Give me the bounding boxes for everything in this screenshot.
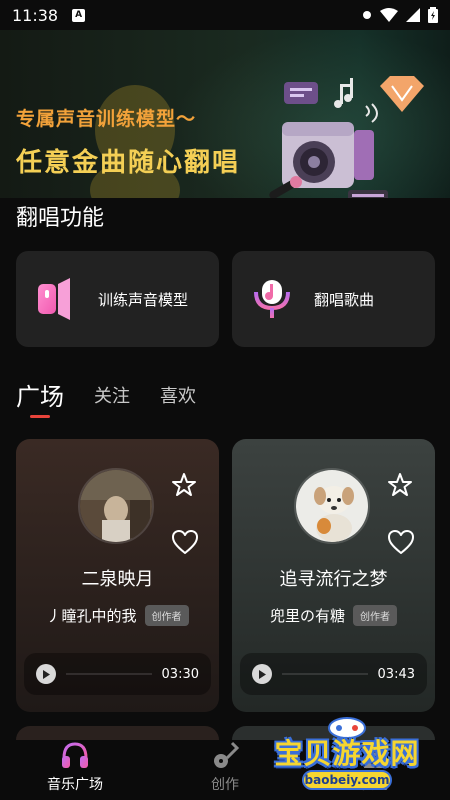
tab-liked[interactable]: 喜欢 (160, 382, 196, 418)
favorite-star-icon[interactable] (387, 472, 413, 498)
play-icon (43, 669, 50, 679)
song-name: 追寻流行之梦 (279, 569, 388, 590)
notification-badge: A (72, 8, 86, 22)
nav-music-square-label: 音乐广场 (47, 777, 103, 793)
progress-track[interactable] (66, 673, 152, 675)
voice-model-icon (38, 278, 70, 320)
cover-song-label: 翻唱歌曲 (314, 290, 375, 309)
music-note-icon (334, 78, 378, 123)
tab-liked-label: 喜欢 (160, 386, 196, 407)
watermark-title: 宝贝游戏网 (274, 737, 420, 770)
like-heart-icon[interactable] (171, 529, 199, 555)
settings-dot-icon (363, 11, 371, 19)
creator-row: 丿瞳孔中的我 创作者 (16, 605, 219, 626)
signal-icon (406, 8, 420, 22)
audio-player: 03:43 (240, 653, 427, 695)
creator-row: 兜里の有糖 创作者 (232, 605, 435, 626)
banner-subtitle: 专属声音训练模型～ (16, 108, 197, 130)
cover-song-mic-icon (254, 280, 290, 318)
creator-badge: 创作者 (144, 605, 189, 626)
battery-charging-icon (428, 7, 438, 23)
vip-diamond-icon (380, 76, 424, 112)
watermark-url: baobeiy.com (302, 770, 392, 790)
nav-music-square[interactable]: 音乐广场 (0, 740, 150, 800)
cover-song-button[interactable]: 翻唱歌曲 (232, 251, 435, 347)
cover-card[interactable]: 追寻流行之梦 兜里の有糖 创作者 03:43 (232, 439, 435, 712)
status-bar: 11:38 A (0, 0, 450, 30)
headphones-icon (62, 742, 88, 768)
tab-following-label: 关注 (94, 386, 130, 407)
tab-square[interactable]: 广场 (16, 377, 64, 418)
play-icon (259, 669, 266, 679)
feed-tabs: 广场 关注 喜欢 (16, 378, 226, 418)
banner-title: 任意金曲随心翻唱 (16, 148, 241, 178)
tab-following[interactable]: 关注 (94, 382, 130, 418)
play-button[interactable] (36, 664, 56, 684)
site-watermark: 宝贝游戏网 baobeiy.com (272, 714, 422, 794)
train-voice-model-button[interactable]: 训练声音模型 (16, 251, 219, 347)
nav-create-label: 创作 (211, 777, 239, 793)
speaker-illustration (269, 76, 424, 198)
guitar-icon (214, 741, 240, 768)
like-heart-icon[interactable] (387, 529, 415, 555)
train-voice-model-label: 训练声音模型 (98, 290, 189, 309)
cover-card[interactable]: 二泉映月 丿瞳孔中的我 创作者 03:30 (16, 439, 219, 712)
progress-track[interactable] (282, 673, 368, 675)
creator-name[interactable]: 丿瞳孔中的我 (46, 605, 136, 626)
status-time: 11:38 (12, 5, 59, 25)
tab-square-label: 广场 (16, 383, 64, 411)
duration: 03:30 (161, 666, 199, 682)
creator-name[interactable]: 兜里の有糖 (270, 605, 345, 626)
avatar (78, 468, 154, 544)
avatar (294, 468, 370, 544)
favorite-star-icon[interactable] (171, 472, 197, 498)
creator-badge: 创作者 (353, 605, 397, 626)
audio-player: 03:30 (24, 653, 211, 695)
section-title-cover-features: 翻唱功能 (16, 206, 105, 231)
play-button[interactable] (252, 664, 272, 684)
wifi-icon (380, 8, 398, 22)
active-tab-indicator (30, 415, 50, 418)
promo-banner[interactable]: 专属声音训练模型～ 任意金曲随心翻唱 (0, 30, 450, 198)
song-name: 二泉映月 (81, 569, 154, 590)
status-icons (362, 7, 438, 23)
duration: 03:43 (377, 666, 415, 682)
